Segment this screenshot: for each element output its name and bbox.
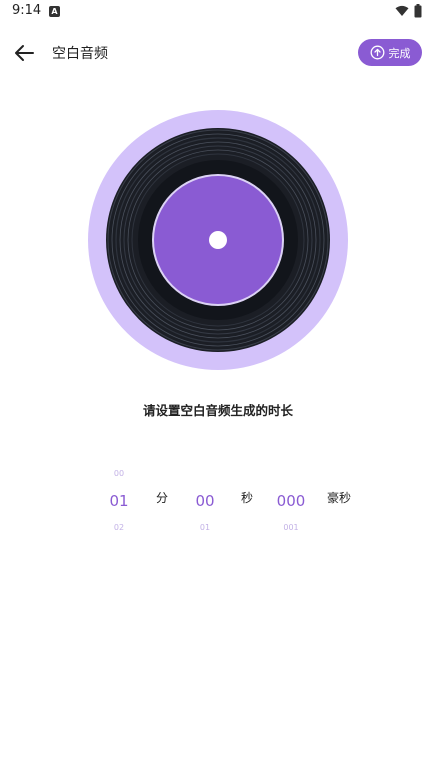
upload-icon	[370, 45, 384, 60]
minutes-picker[interactable]: 00 01 02	[104, 468, 134, 534]
milliseconds-picker[interactable]: 000 001	[272, 468, 310, 534]
seconds-next: 01	[199, 523, 211, 532]
minutes-next: 02	[113, 523, 125, 532]
top-bar: 空白音频 完成	[0, 30, 436, 76]
wifi-icon	[395, 5, 409, 16]
milliseconds-current: 000	[276, 492, 306, 510]
minutes-unit: 分	[156, 491, 169, 505]
seconds-picker[interactable]: 00 01	[190, 468, 220, 534]
page-title: 空白音频	[52, 46, 108, 62]
app-notification-icon: A	[49, 6, 60, 17]
milliseconds-unit: 豪秒	[327, 491, 352, 505]
vinyl-record-icon	[88, 110, 348, 370]
milliseconds-next: 001	[283, 523, 299, 532]
done-label: 完成	[388, 46, 411, 60]
seconds-unit: 秒	[241, 491, 254, 505]
minutes-prev: 00	[113, 469, 125, 478]
back-arrow-icon[interactable]	[12, 40, 38, 66]
minutes-current: 01	[109, 492, 129, 510]
milliseconds-prev	[272, 468, 310, 480]
duration-prompt: 请设置空白音频生成的时长	[142, 403, 293, 418]
status-time: 9:14	[12, 3, 42, 18]
status-bar: 9:14 A	[0, 0, 436, 24]
seconds-current: 00	[195, 492, 215, 510]
battery-icon	[414, 4, 422, 18]
done-button[interactable]: 完成	[358, 39, 422, 66]
seconds-prev	[190, 468, 220, 480]
